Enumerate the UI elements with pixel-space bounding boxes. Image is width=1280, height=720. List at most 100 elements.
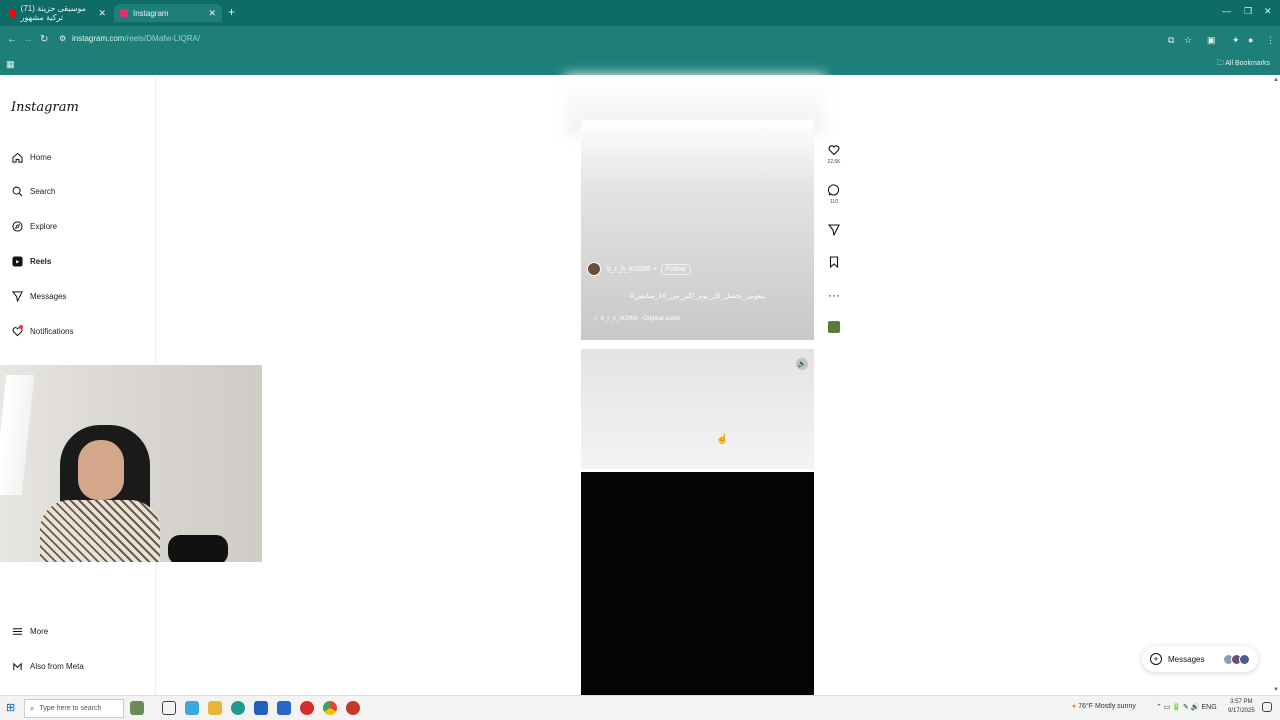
sidebar-item-search[interactable]: Search — [11, 184, 55, 198]
install-icon[interactable]: ⧉ — [1168, 35, 1174, 46]
sidebar-item-messages[interactable]: Messages — [11, 289, 66, 303]
address-bar[interactable]: instagram.com/reels/DMafw-LIQRA/ — [72, 34, 200, 43]
sidebar-item-notifications[interactable]: Notifications — [11, 324, 74, 338]
save-action[interactable] — [826, 256, 842, 271]
reel-video-dark[interactable] — [581, 472, 814, 695]
compass-icon — [11, 220, 23, 232]
author-username[interactable]: b_r_h_m2006 — [607, 266, 650, 273]
sidebar-item-label: Also from Meta — [30, 661, 84, 671]
windows-taskbar: ⊞ ⌕ Type here to search ● 76°F Mostly su… — [0, 695, 1280, 720]
messages-pill-label: Messages — [1168, 654, 1205, 664]
clock-date: 9/17/2025 — [1228, 708, 1255, 714]
file-explorer-icon[interactable] — [208, 701, 222, 715]
task-view-icon[interactable] — [162, 701, 176, 715]
bookmark-star-icon[interactable]: ☆ — [1184, 35, 1192, 46]
close-tab-icon[interactable]: ✕ — [208, 8, 216, 19]
bookmarks-bar: ▦ 🗀 All Bookmarks — [0, 54, 1280, 75]
messenger-icon: ✈ — [1150, 653, 1162, 665]
scroll-down-icon[interactable]: ▼ — [1273, 687, 1279, 693]
widgets-icon[interactable] — [130, 701, 144, 715]
reload-icon[interactable]: ↻ — [40, 34, 48, 45]
webcam-person-shirt — [40, 500, 160, 562]
reel-video-current[interactable] — [581, 120, 814, 340]
edge-icon[interactable] — [231, 701, 245, 715]
webcam-person-head — [78, 440, 124, 500]
sidepanel-icon[interactable]: ▣ — [1207, 35, 1216, 46]
minimize-icon[interactable]: — — [1222, 6, 1231, 16]
sidebar-item-label: Reels — [30, 256, 52, 266]
windows-start-icon[interactable]: ⊞ — [6, 701, 15, 714]
profile-avatar[interactable]: ● — [1248, 35, 1253, 45]
sidebar-item-home[interactable]: Home — [11, 150, 51, 164]
browser-menu-icon[interactable]: ⋮ — [1266, 35, 1275, 46]
mouse-cursor-icon: ☝ — [716, 434, 729, 445]
taskbar-clock[interactable]: 3:57 PM 9/17/2025 — [1228, 698, 1255, 716]
sidebar-item-label: Explore — [30, 221, 58, 231]
new-tab-button[interactable]: + — [228, 5, 235, 19]
reels-icon — [11, 255, 23, 267]
heart-icon — [11, 325, 23, 337]
hamburger-menu-icon — [11, 625, 23, 637]
extension-icon[interactable]: ✦ — [1232, 35, 1240, 46]
music-note-icon: ♬ — [593, 316, 601, 322]
close-window-icon[interactable]: ✕ — [1264, 6, 1272, 17]
heart-icon — [826, 144, 842, 159]
url-host: instagram.com — [72, 34, 125, 43]
tab-youtube[interactable]: (71) موسيقى حزينة تركية مشهور ✕ — [4, 4, 112, 22]
scroll-up-icon[interactable]: ▲ — [1273, 77, 1279, 83]
outlook-icon[interactable] — [277, 701, 291, 715]
page-scrollbar[interactable]: ▲ ▼ — [1272, 75, 1280, 695]
restore-icon[interactable]: ❐ — [1244, 6, 1252, 17]
author-avatar[interactable] — [587, 262, 601, 276]
recorder-icon[interactable] — [346, 701, 360, 715]
tab-instagram[interactable]: Instagram ✕ — [114, 4, 222, 22]
forward-icon[interactable]: → — [23, 34, 33, 45]
browser-tab-bar: (71) موسيقى حزينة تركية مشهور ✕ Instagra… — [0, 0, 1280, 26]
system-tray[interactable]: ⌃ ▭ 🔋 ✎ 🔊 ENG — [1156, 703, 1217, 711]
folder-icon: 🗀 — [1216, 60, 1226, 67]
weather-widget[interactable]: ● 76°F Mostly sunny — [1072, 703, 1136, 710]
message-avatars — [1223, 653, 1250, 665]
audio-thumbnail[interactable] — [828, 321, 840, 333]
sidebar-item-explore[interactable]: Explore — [11, 219, 57, 233]
all-bookmarks-button[interactable]: 🗀 All Bookmarks — [1217, 59, 1270, 70]
back-icon[interactable]: ← — [7, 34, 17, 45]
comment-count: 110 — [830, 199, 838, 205]
notification-center-icon[interactable] — [1262, 702, 1272, 712]
messages-pill[interactable]: ✈ Messages — [1142, 646, 1258, 672]
reel-audio-link[interactable]: ♬ b_r_h_m2006 · Original audio — [593, 316, 680, 322]
sidebar-item-label: Messages — [30, 291, 67, 301]
close-tab-icon[interactable]: ✕ — [98, 8, 106, 19]
search-icon — [11, 185, 23, 197]
tab-title: Instagram — [133, 8, 169, 18]
language-indicator: ENG — [1201, 704, 1217, 711]
store-icon[interactable] — [254, 701, 268, 715]
notification-dot — [19, 325, 23, 329]
share-action[interactable] — [826, 224, 842, 239]
reel-author: b_r_h_m2006 • Follow — [587, 262, 691, 276]
sidebar-item-reels[interactable]: Reels — [11, 254, 51, 268]
all-bookmarks-label: All Bookmarks — [1225, 60, 1270, 67]
sidebar-item-more[interactable]: More — [11, 624, 48, 638]
taskbar-search-placeholder: Type here to search — [39, 705, 102, 712]
opera-icon[interactable] — [300, 701, 314, 715]
tab-title: (71) موسيقى حزينة تركية مشهور — [20, 4, 86, 22]
comment-action[interactable]: 110 — [826, 184, 842, 205]
apps-grid-icon[interactable]: ▦ — [6, 59, 15, 70]
taskbar-search[interactable]: ⌕ Type here to search — [24, 699, 124, 718]
volume-icon[interactable]: 🔊 — [796, 358, 808, 370]
like-action[interactable]: 22.6K — [826, 144, 842, 165]
copilot-icon[interactable] — [185, 701, 199, 715]
webcam-light — [0, 375, 35, 495]
meta-icon — [11, 660, 23, 672]
sidebar-item-also-from-meta[interactable]: Also from Meta — [11, 659, 84, 673]
sidebar-item-label: Home — [30, 152, 52, 162]
more-options-action[interactable]: ··· — [826, 288, 842, 302]
sidebar-item-label: Search — [30, 186, 56, 196]
reel-video-next[interactable] — [581, 349, 814, 469]
follow-button[interactable]: Follow — [660, 263, 691, 275]
url-path: /reels/DMafw-LIQRA/ — [124, 34, 201, 43]
chrome-icon[interactable] — [323, 701, 337, 715]
site-info-icon[interactable]: ⚙ — [59, 34, 66, 43]
instagram-logo[interactable]: Instagram — [11, 100, 79, 115]
